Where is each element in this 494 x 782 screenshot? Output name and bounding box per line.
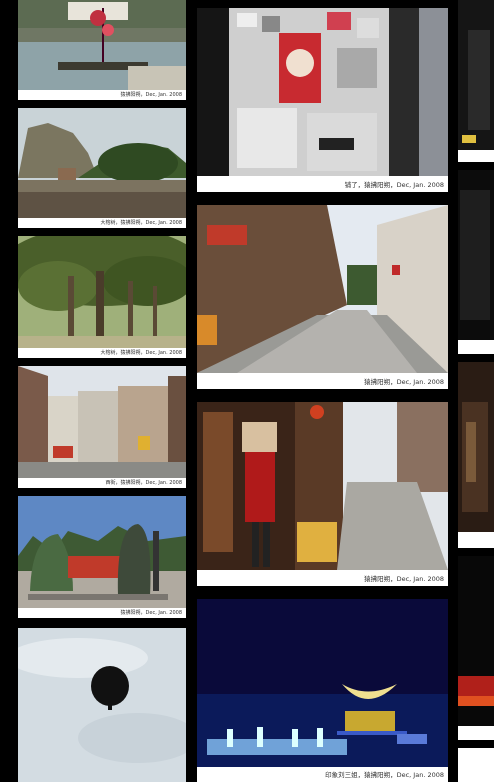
- photo-card-right-3[interactable]: [458, 362, 494, 548]
- photo-balloon: [18, 628, 186, 782]
- photo-caption: 印象刘三姐，猿拂阳朔，Dec, Jan. 2008: [325, 771, 444, 779]
- photo-card-monuments[interactable]: 猿拂阳朔，Dec, Jan. 2008: [18, 496, 186, 618]
- photo-caption: 猿拂阳朔，Dec, Jan. 2008: [364, 575, 444, 583]
- photo-card-night-show[interactable]: 印象刘三姐，猿拂阳朔，Dec, Jan. 2008: [197, 599, 448, 782]
- photo-poster-wall: [197, 8, 448, 176]
- photo-caption: 猿拂阳朔，Dec, Jan. 2008: [120, 610, 182, 616]
- photo-card-poster-wall[interactable]: 铺了，猿拂阳朔，Dec, Jan. 2008: [197, 8, 448, 192]
- photo-card-old-street[interactable]: 猿拂阳朔，Dec, Jan. 2008: [197, 205, 448, 389]
- photo-card-right-4[interactable]: [458, 556, 494, 740]
- photo-card-west-street[interactable]: 西街，猿拂阳朔，Dec, Jan. 2008: [18, 366, 186, 488]
- photo-river-raft: [18, 0, 186, 90]
- photo-card-karst-river[interactable]: 大榕树，猿拂阳朔，Dec, Jan. 2008: [18, 108, 186, 228]
- photo-caption: 大榕树，猿拂阳朔，Dec, Jan. 2008: [100, 350, 182, 356]
- photo-banyan: [18, 236, 186, 348]
- photo-card-balloon[interactable]: [18, 628, 186, 782]
- photo-karst-river: [18, 108, 186, 218]
- photo-card-river-raft[interactable]: 猿拂阳朔，Dec, Jan. 2008: [18, 0, 186, 100]
- photo-old-street: [197, 205, 448, 373]
- photo-monuments: [18, 496, 186, 608]
- photo-right-4: [458, 556, 494, 726]
- photo-caption: 铺了，猿拂阳朔，Dec, Jan. 2008: [344, 181, 444, 189]
- photo-right-3: [458, 362, 494, 532]
- photo-card-banyan[interactable]: 大榕树，猿拂阳朔，Dec, Jan. 2008: [18, 236, 186, 358]
- photo-caption: 大榕树，猿拂阳朔，Dec, Jan. 2008: [100, 220, 182, 226]
- photo-right-1: [458, 0, 494, 150]
- photo-card-right-2[interactable]: [458, 170, 494, 354]
- photo-night-show: [197, 599, 448, 767]
- photo-caption: 西街，猿拂阳朔，Dec, Jan. 2008: [105, 480, 182, 486]
- photo-card-right-1[interactable]: [458, 0, 494, 162]
- photo-caption: 猿拂阳朔，Dec, Jan. 2008: [120, 92, 182, 98]
- photo-right-2: [458, 170, 494, 340]
- photo-card-right-5[interactable]: [458, 748, 494, 782]
- photo-costume-shop: [197, 402, 448, 570]
- photo-west-street: [18, 366, 186, 478]
- photo-caption: 猿拂阳朔，Dec, Jan. 2008: [364, 378, 444, 386]
- photo-card-costume-shop[interactable]: 猿拂阳朔，Dec, Jan. 2008: [197, 402, 448, 586]
